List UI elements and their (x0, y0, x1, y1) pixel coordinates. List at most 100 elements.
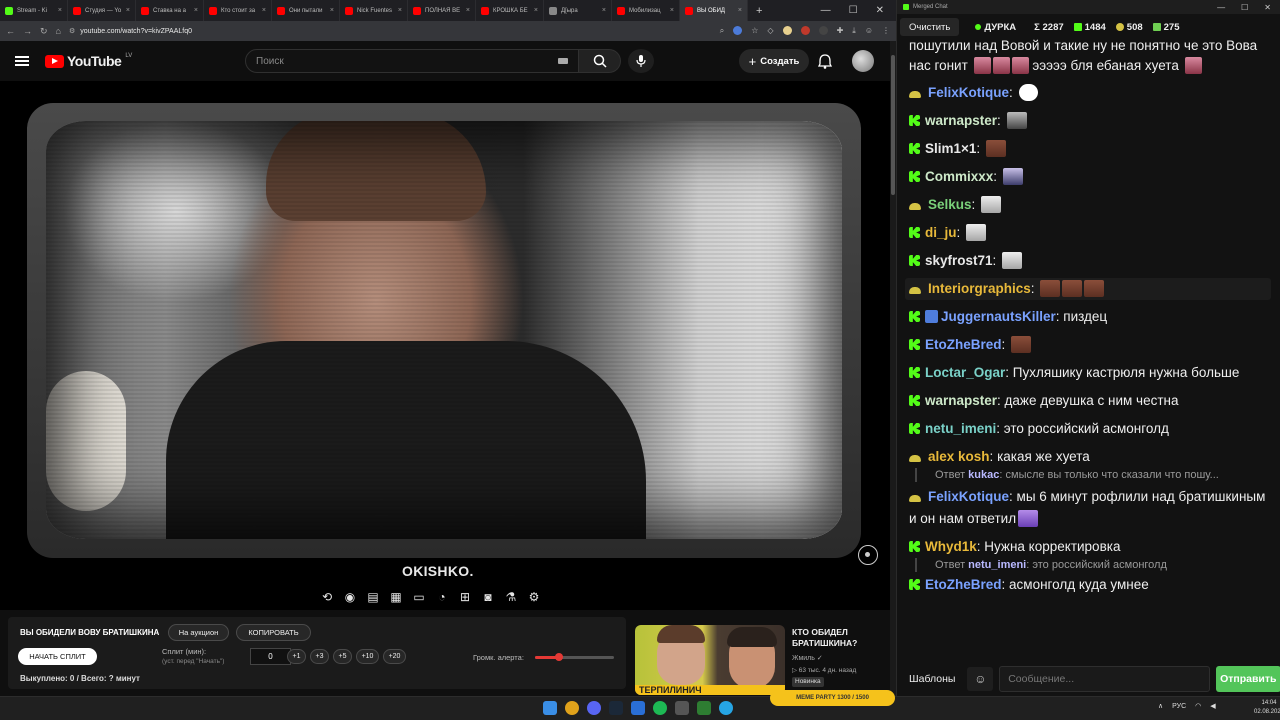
notifications-bell-icon[interactable] (818, 54, 832, 69)
user-avatar[interactable] (852, 50, 874, 72)
username[interactable]: Selkus (928, 197, 972, 212)
gear-icon[interactable]: ⚙ (525, 588, 543, 606)
reload-icon[interactable]: ↻ (40, 26, 48, 37)
username[interactable]: FelixKotique (928, 85, 1009, 100)
video-player[interactable]: OKISHKO. (0, 81, 890, 610)
tab-close-icon[interactable]: × (194, 7, 198, 14)
translate-icon[interactable] (733, 26, 743, 35)
back-icon[interactable]: ← (6, 26, 15, 36)
volume-icon[interactable]: ◀ (1210, 702, 1215, 710)
spotify-icon[interactable] (653, 701, 667, 715)
start-split-button[interactable]: НАЧАТЬ СПЛИТ (18, 648, 97, 665)
search-input[interactable]: Поиск (245, 49, 579, 73)
browser-tab[interactable]: Ставка на а × (136, 0, 204, 21)
browser-tab[interactable]: Д[ыра × (544, 0, 612, 21)
reply-preview[interactable]: Ответ netu_imeni: это российский асмонго… (915, 558, 1271, 572)
menu-hamburger-icon[interactable] (15, 56, 29, 66)
telegram-icon[interactable] (719, 701, 733, 715)
language-indicator[interactable]: РУС (1172, 703, 1186, 710)
username[interactable]: Whyd1k (925, 539, 977, 554)
extension-icon-4[interactable] (818, 26, 828, 35)
increment-20-button[interactable]: +20 (383, 649, 406, 664)
tab-close-icon[interactable]: × (534, 7, 538, 14)
add-icon[interactable]: ⊞ (456, 588, 474, 606)
voice-search-button[interactable] (628, 49, 654, 73)
zoom-icon[interactable]: ⌕ (720, 26, 724, 36)
browser-tab[interactable]: Кто стоит за × (204, 0, 272, 21)
browser-tab[interactable]: Студия — Yo × (68, 0, 136, 21)
copy-button[interactable]: КОПИРОВАТЬ (236, 624, 311, 641)
slider-knob[interactable] (554, 653, 563, 661)
home-icon[interactable]: ⌂ (56, 26, 61, 36)
browser-tab[interactable]: Мобилизац × (612, 0, 680, 21)
increment-3-button[interactable]: +3 (310, 649, 329, 664)
repeat-icon[interactable]: ⟲ (318, 588, 336, 606)
tab-close-icon[interactable]: × (398, 7, 402, 14)
username[interactable]: EtoZheBred (925, 337, 1002, 352)
download-icon[interactable]: ⤓ (852, 26, 856, 36)
message-input[interactable]: Сообщение... (999, 666, 1210, 692)
increment-10-button[interactable]: +10 (356, 649, 379, 664)
maximize-icon[interactable]: ☐ (849, 5, 858, 16)
tab-close-icon[interactable]: × (262, 7, 266, 14)
chrome-icon[interactable] (565, 701, 579, 715)
alert-volume-slider[interactable] (535, 653, 614, 661)
clear-chat-button[interactable]: Очистить (900, 18, 960, 36)
username[interactable]: Commixxx (925, 169, 993, 184)
crop-icon[interactable]: ▭ (410, 588, 428, 606)
username[interactable]: skyfrost71 (925, 253, 993, 268)
recommended-video-title[interactable]: КТО ОБИДЕЛ БРАТИШКИНА? (792, 627, 888, 649)
create-button[interactable]: + Создать (739, 49, 809, 73)
tab-close-icon[interactable]: × (738, 7, 742, 14)
username[interactable]: JuggernautsKiller (941, 309, 1056, 324)
on-auction-button[interactable]: На аукцион (168, 624, 229, 641)
browser-tab[interactable]: Stream - Ki × (0, 0, 68, 21)
keyboard-icon[interactable] (558, 58, 568, 64)
app-icon-blue[interactable] (631, 701, 645, 715)
username[interactable]: warnapster (925, 113, 997, 128)
split-minutes-input[interactable]: 0 (250, 648, 291, 665)
tab-close-icon[interactable]: × (58, 7, 62, 14)
wifi-icon[interactable]: ◠ (1195, 702, 1201, 710)
browser-tab[interactable]: Они пытали × (272, 0, 340, 21)
tab-close-icon[interactable]: × (330, 7, 334, 14)
app-icon-green[interactable] (697, 701, 711, 715)
reply-preview[interactable]: Ответ kukac: смысле вы только что сказал… (915, 468, 1271, 482)
tab-close-icon[interactable]: × (126, 7, 130, 14)
increment-5-button[interactable]: +5 (333, 649, 352, 664)
browser-tab[interactable]: КРОШКА БЕ × (476, 0, 544, 21)
username[interactable]: alex kosh (928, 449, 990, 464)
tab-close-icon[interactable]: × (602, 7, 606, 14)
subtitles-icon[interactable]: ▤ (364, 588, 382, 606)
meme-party-widget[interactable]: MEME PARTY 1300 / 1500 (770, 690, 895, 706)
tab-close-icon[interactable]: × (670, 7, 674, 14)
emoji-picker-icon[interactable]: ☺ (967, 667, 994, 691)
start-windows-icon[interactable] (543, 701, 557, 715)
clapper-icon[interactable]: ▦ (387, 588, 405, 606)
username[interactable]: netu_imeni (925, 421, 996, 436)
close-icon[interactable]: ✕ (876, 5, 884, 16)
flask-icon[interactable]: ⚗ (502, 588, 520, 606)
username[interactable]: Slim1×1 (925, 141, 976, 156)
extensions-puzzle-icon[interactable]: ✚ (837, 26, 844, 36)
chat-close-icon[interactable]: ✕ (1264, 3, 1271, 12)
extension-icon-2[interactable] (782, 26, 792, 35)
templates-button[interactable]: Шаблоны (903, 667, 961, 691)
broadcast-icon[interactable]: ◉ (341, 588, 359, 606)
clock[interactable]: 14:04 02.08.2026 (1254, 699, 1280, 717)
browser-tab[interactable]: ВЫ ОБИД × (680, 0, 748, 21)
obs-icon[interactable] (675, 701, 689, 715)
username[interactable]: warnapster (925, 393, 997, 408)
chat-maximize-icon[interactable]: ☐ (1241, 3, 1248, 12)
tray-chevron-icon[interactable]: ∧ (1158, 702, 1163, 710)
chat-minimize-icon[interactable]: — (1217, 3, 1225, 12)
username[interactable]: di_ju (925, 225, 957, 240)
extension-icon-3[interactable] (800, 26, 810, 35)
browser-tab[interactable]: Nick Fuentes × (340, 0, 408, 21)
profile-icon[interactable]: ☺ (865, 26, 873, 36)
speed-icon[interactable]: ◔ (433, 588, 451, 606)
recommended-video-thumbnail[interactable]: ТЕРПИЛИНИЧ (635, 625, 785, 695)
increment-1-button[interactable]: +1 (287, 649, 306, 664)
steam-icon[interactable] (609, 701, 623, 715)
username[interactable]: FelixKotique (928, 489, 1009, 504)
